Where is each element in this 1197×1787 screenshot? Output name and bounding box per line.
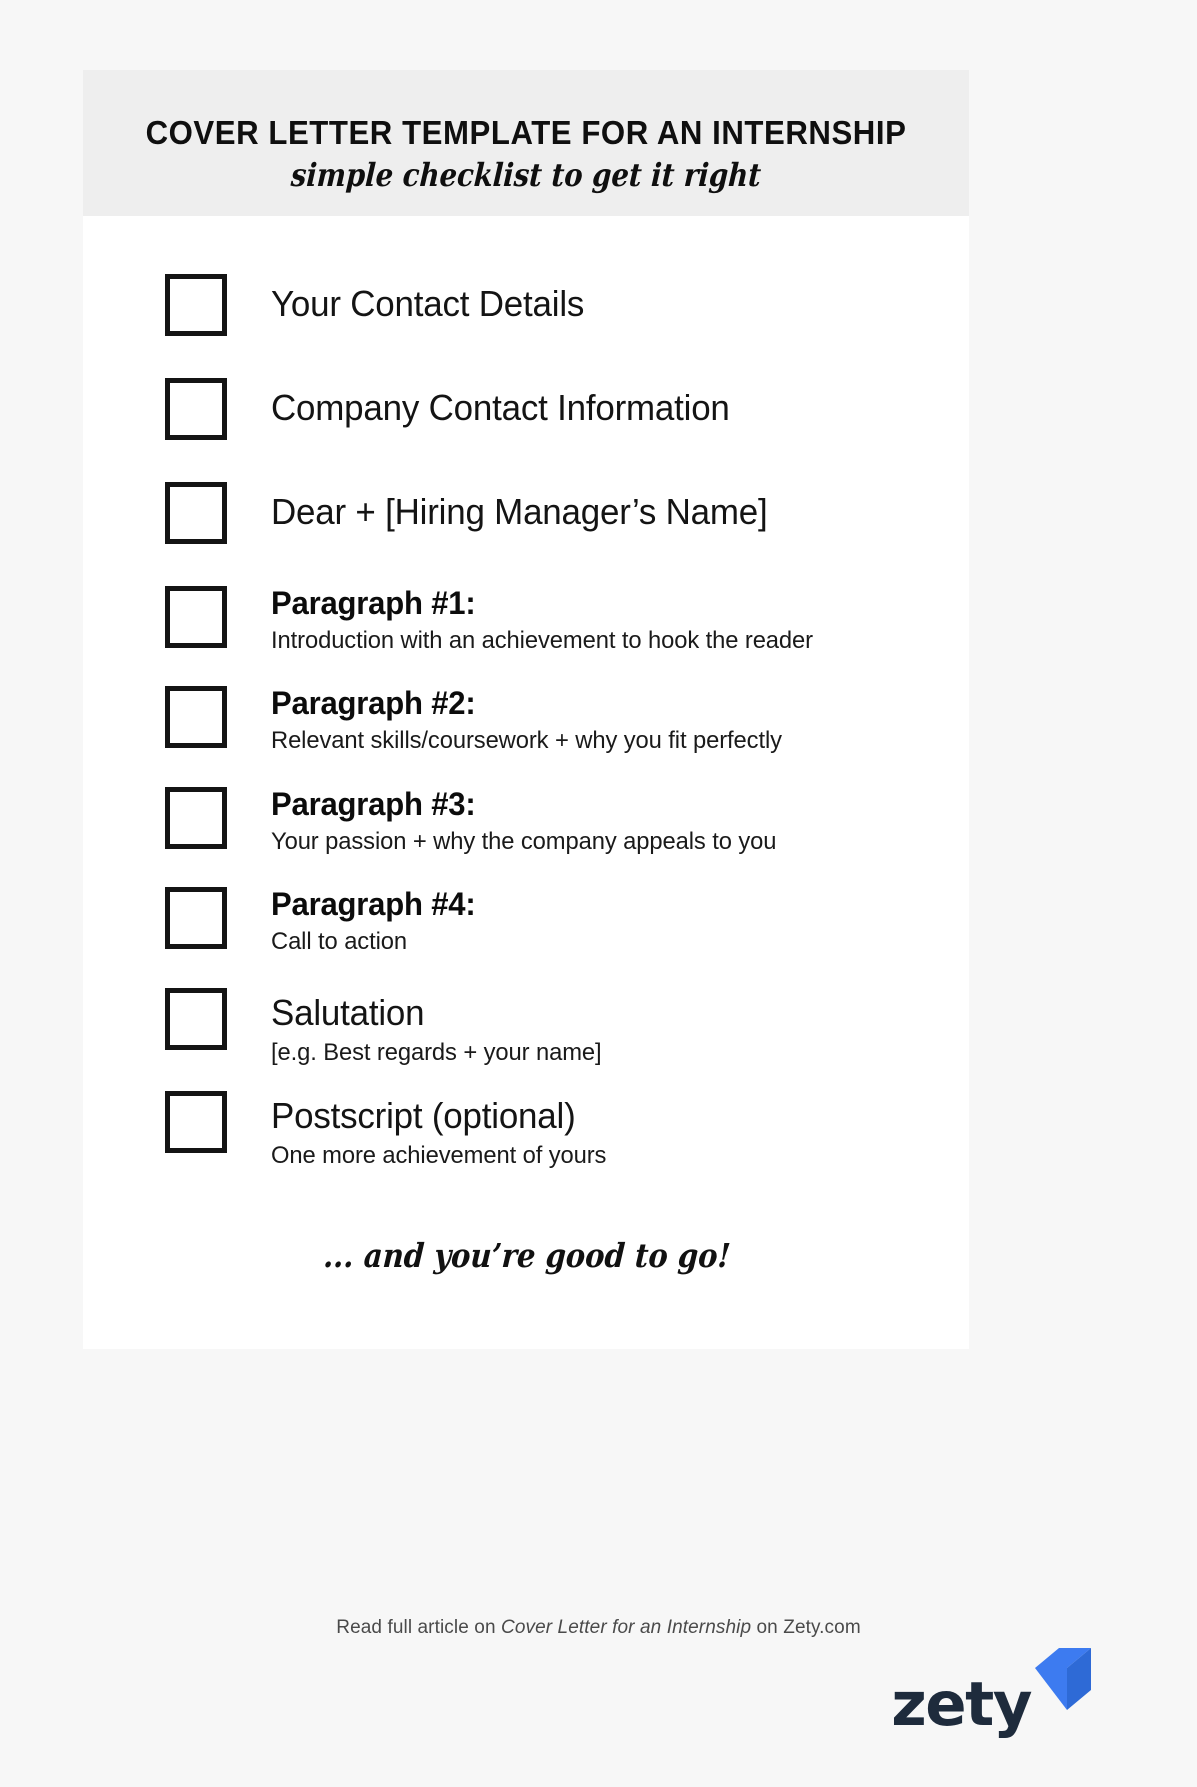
list-item-sublabel: One more achievement of yours [271, 1142, 607, 1170]
checklist: Your Contact Details Company Contact Inf… [83, 216, 969, 1172]
list-item-text: Paragraph #4: Call to action [271, 887, 482, 957]
checkbox-your-contact-details[interactable] [165, 274, 227, 336]
checkbox-dear-hiring-manager[interactable] [165, 482, 227, 544]
list-item-label: Postscript (optional) [271, 1094, 576, 1136]
list-item[interactable]: Paragraph #3: Your passion + why the com… [83, 785, 969, 857]
list-item[interactable]: Paragraph #1: Introduction with an achie… [83, 585, 969, 656]
list-item-text: Dear + [Hiring Manager’s Name] [271, 482, 783, 533]
zety-logo[interactable]: zety [891, 1647, 1093, 1740]
page-title: COVER LETTER TEMPLATE FOR AN INTERNSHIP [145, 115, 907, 152]
list-item[interactable]: Salutation [e.g. Best regards + your nam… [83, 987, 969, 1069]
checkbox-paragraph-1[interactable] [165, 586, 227, 648]
zety-wordmark: zety [891, 1668, 1032, 1740]
credit-suffix: on Zety.com [751, 1617, 861, 1638]
list-item-sublabel: Introduction with an achievement to hook… [271, 626, 813, 654]
list-item-text: Company Contact Information [271, 378, 744, 429]
list-item-label: Paragraph #2: [271, 685, 476, 722]
list-item-sublabel: Relevant skills/coursework + why you fit… [271, 727, 782, 755]
checkbox-paragraph-3[interactable] [165, 786, 227, 849]
list-item[interactable]: Postscript (optional) One more achieveme… [83, 1090, 969, 1172]
checkbox-company-contact-information[interactable] [165, 378, 227, 440]
list-item-label: Salutation [271, 991, 425, 1033]
list-item-sublabel: [e.g. Best regards + your name] [271, 1039, 602, 1067]
zety-arrow-icon [1033, 1646, 1093, 1725]
list-item-text: Paragraph #2: Relevant skills/coursework… [271, 686, 798, 756]
checkbox-paragraph-2[interactable] [165, 686, 227, 749]
page-subtitle: simple checklist to get it right [289, 156, 763, 194]
list-item-sublabel: Your passion + why the company appeals t… [271, 827, 777, 855]
list-item-label: Dear + [Hiring Manager’s Name] [271, 491, 768, 532]
checklist-card: COVER LETTER TEMPLATE FOR AN INTERNSHIP … [83, 70, 969, 1349]
list-item-text: Salutation [e.g. Best regards + your nam… [271, 988, 612, 1069]
list-item-label: Company Contact Information [271, 387, 730, 428]
credit-prefix: Read full article on [336, 1617, 501, 1638]
list-item-label: Paragraph #1: [271, 585, 476, 621]
list-item-text: Paragraph #3: Your passion + why the com… [271, 785, 792, 857]
list-item[interactable]: Company Contact Information [83, 378, 969, 440]
list-item-label: Paragraph #3: [271, 785, 476, 822]
list-item-label: Your Contact Details [271, 283, 585, 324]
header-band: COVER LETTER TEMPLATE FOR AN INTERNSHIP … [83, 70, 969, 216]
closing-note: ... and you’re good to go! [322, 1236, 732, 1275]
list-item-text: Your Contact Details [271, 274, 594, 325]
list-item-text: Paragraph #1: Introduction with an achie… [271, 585, 830, 656]
list-item[interactable]: Paragraph #2: Relevant skills/coursework… [83, 686, 969, 756]
list-item[interactable]: Your Contact Details [83, 274, 969, 336]
list-item-text: Postscript (optional) One more achieveme… [271, 1091, 617, 1172]
checkbox-salutation[interactable] [165, 987, 227, 1050]
checkbox-postscript[interactable] [165, 1090, 227, 1153]
list-item[interactable]: Dear + [Hiring Manager’s Name] [83, 482, 969, 544]
footer-credit: Read full article on Cover Letter for an… [0, 1617, 1197, 1639]
list-item-sublabel: Call to action [271, 928, 408, 956]
credit-article-title: Cover Letter for an Internship [501, 1617, 752, 1638]
list-item-label: Paragraph #4: [271, 886, 476, 923]
list-item[interactable]: Paragraph #4: Call to action [83, 887, 969, 957]
checkbox-paragraph-4[interactable] [165, 887, 227, 950]
